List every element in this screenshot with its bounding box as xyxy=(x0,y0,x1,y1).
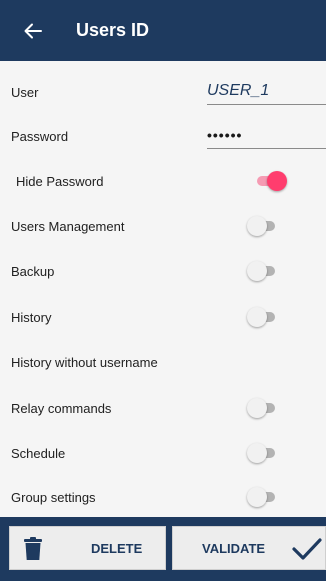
user-input[interactable]: USER_1 xyxy=(207,79,326,105)
group-settings-toggle[interactable] xyxy=(247,487,277,507)
users-management-toggle[interactable] xyxy=(247,216,277,236)
toggle-knob xyxy=(247,443,267,463)
user-row: User USER_1 xyxy=(0,77,326,107)
form-content: User USER_1 Password •••••• Hide Passwor… xyxy=(0,61,326,517)
permission-row: History without username xyxy=(0,347,326,377)
delete-label: DELETE xyxy=(91,540,143,556)
permission-label: History without username xyxy=(11,354,158,370)
permission-label: Relay commands xyxy=(11,400,112,416)
toggle-knob xyxy=(267,171,287,191)
schedule-toggle[interactable] xyxy=(247,443,277,463)
permission-label: Backup xyxy=(11,263,55,279)
toggle-knob xyxy=(247,487,267,507)
backup-toggle[interactable] xyxy=(247,261,277,281)
password-value: •••••• xyxy=(207,127,243,143)
permission-row: Group settings xyxy=(0,482,326,512)
validate-label: VALIDATE xyxy=(202,540,266,556)
hide-password-toggle[interactable] xyxy=(255,171,287,191)
permission-row: Schedule xyxy=(0,438,326,468)
toggle-knob xyxy=(247,216,267,236)
permission-row: Users Management xyxy=(0,211,326,241)
password-input[interactable]: •••••• xyxy=(207,123,326,149)
permission-label: History xyxy=(11,309,52,325)
arrow-left-icon xyxy=(24,23,42,38)
delete-button[interactable]: DELETE xyxy=(9,526,166,570)
checkmark-icon xyxy=(292,538,322,560)
password-row: Password •••••• xyxy=(0,121,326,151)
permission-label: Group settings xyxy=(11,489,96,505)
app-bar: Users ID xyxy=(0,0,326,61)
history-toggle[interactable] xyxy=(247,307,277,327)
permission-label: Users Management xyxy=(11,218,125,234)
page-title: Users ID xyxy=(76,20,150,40)
user-label: User xyxy=(11,84,39,100)
permission-label: Schedule xyxy=(11,445,66,461)
permission-row: Relay commands xyxy=(0,393,326,423)
hide-password-row: Hide Password xyxy=(0,166,326,196)
permission-row: History xyxy=(0,302,326,332)
toggle-knob xyxy=(247,307,267,327)
toggle-knob xyxy=(247,398,267,418)
toggle-knob xyxy=(247,261,267,281)
permission-row: Backup xyxy=(0,256,326,286)
user-value: USER_1 xyxy=(207,82,270,99)
validate-button[interactable]: VALIDATE xyxy=(172,526,326,570)
back-button[interactable] xyxy=(0,0,66,61)
bottom-action-bar: DELETE VALIDATE xyxy=(0,517,326,581)
trash-icon xyxy=(24,537,42,560)
password-label: Password xyxy=(11,128,69,144)
hide-password-label: Hide Password xyxy=(16,173,104,189)
relay-commands-toggle[interactable] xyxy=(247,398,277,418)
